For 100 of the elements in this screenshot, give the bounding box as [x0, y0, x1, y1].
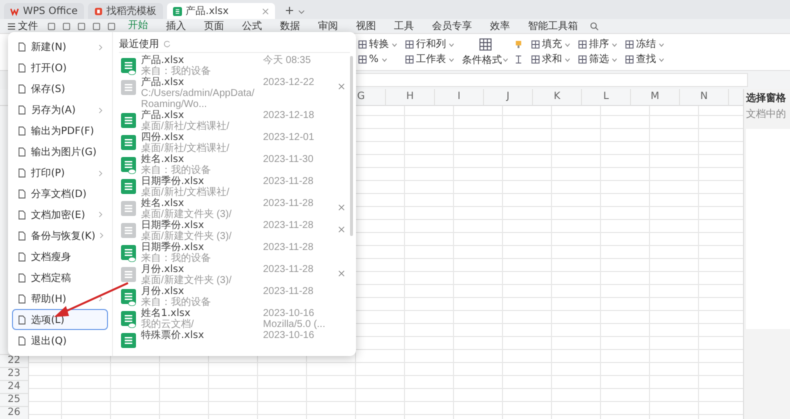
plus-icon[interactable]	[284, 6, 294, 15]
ribbon-tab[interactable]: 审阅	[312, 20, 344, 32]
menu-item[interactable]: 备份与恢复(K)	[12, 225, 108, 246]
file-location: 来自：我的设备	[141, 165, 212, 176]
menu-item[interactable]: 打开(O)	[12, 58, 108, 79]
file-name: 四份.xlsx	[141, 132, 186, 143]
close-icon[interactable]	[338, 270, 344, 277]
grid-icon	[405, 40, 414, 49]
document-icon	[17, 294, 27, 304]
column-header[interactable]: H	[385, 89, 434, 105]
column-header[interactable]: J	[483, 89, 532, 105]
file-location: 桌面/新社/文档课社/	[141, 187, 230, 198]
recent-file[interactable]: 月份.xlsx 桌面/新建文件夹 (3)/ 2023-11-28	[119, 264, 350, 286]
menu-item[interactable]: 输出为PDF(F)	[12, 120, 108, 142]
menu-item[interactable]: 退出(Q)	[12, 330, 108, 352]
document-icon	[17, 84, 27, 94]
caret-icon	[503, 58, 508, 62]
ribbon-button[interactable]: 查找	[625, 54, 664, 66]
ribbon-button[interactable]: 行和列	[405, 38, 454, 50]
ribbon-button[interactable]: 填充	[531, 38, 570, 50]
close-icon[interactable]	[338, 226, 344, 233]
close-icon[interactable]	[262, 8, 269, 14]
recent-file[interactable]: 特殊票价.xlsx 2023-10-16	[119, 330, 350, 352]
file-date: 2023-11-28	[263, 242, 314, 253]
menu-item[interactable]: 选项(L)	[12, 309, 108, 330]
document-tab[interactable]: 产品.xlsx	[166, 3, 275, 19]
ribbon-button[interactable]: 冻结	[625, 38, 664, 50]
scrollbar[interactable]	[350, 56, 353, 236]
menu-icon	[7, 22, 16, 30]
recent-file[interactable]: 姓名.xlsx 桌面/新建文件夹 (3)/ 2023-11-28	[119, 198, 350, 220]
column-icon[interactable]	[514, 55, 523, 64]
file-name: 月份.xlsx	[141, 264, 184, 275]
ribbon-tab[interactable]: 效率	[484, 20, 516, 32]
recent-file[interactable]: 日期季份.xlsx 桌面/新建文件夹 (3)/ 2023-11-28	[119, 220, 350, 242]
ribbon-tab[interactable]: 工具	[388, 20, 420, 32]
menu-item[interactable]: 打印(P)	[12, 162, 108, 184]
file-name: 产品.xlsx	[141, 55, 186, 66]
column-header[interactable]: I	[434, 89, 483, 105]
grid-icon	[405, 55, 414, 64]
ribbon-button[interactable]: %	[358, 54, 397, 66]
recent-file[interactable]: 产品.xlsx 桌面/新社/文档课社/ 2023-12-18	[119, 110, 350, 132]
ribbon-tab[interactable]: 视图	[350, 20, 382, 32]
search-icon[interactable]	[590, 22, 599, 30]
file-date: 2023-10-16	[263, 330, 316, 341]
recent-file[interactable]: 产品.xlsx 来自：我的设备 今天 08:35	[119, 55, 350, 77]
ribbon-button[interactable]: 转换	[358, 38, 397, 50]
file-date: 2023-11-28	[263, 198, 314, 209]
menu-item[interactable]: 保存(S)	[12, 78, 108, 100]
ribbon-tab[interactable]: 插入	[160, 20, 192, 32]
row-header[interactable]: 23	[0, 367, 28, 380]
refresh-icon[interactable]	[163, 40, 171, 48]
document-icon	[17, 252, 27, 262]
close-icon[interactable]	[338, 83, 344, 90]
grid-icon	[625, 55, 634, 64]
ribbon-button[interactable]: 工作表	[405, 54, 454, 66]
recent-file[interactable]: 四份.xlsx 桌面/新社/文档课社/ 2023-12-01	[119, 132, 350, 154]
spreadsheet-icon	[172, 6, 182, 16]
ribbon-button[interactable]: 求和	[531, 54, 570, 66]
ribbon-tab[interactable]: 智能工具箱	[522, 20, 584, 32]
menu-item[interactable]: 输出为图片(G)	[12, 142, 108, 163]
recent-file[interactable]: 姓名.xlsx 来自：我的设备 2023-11-30	[119, 154, 350, 176]
row-header[interactable]: 24	[0, 380, 28, 393]
ribbon-tab[interactable]: 会员专享	[426, 20, 478, 32]
column-header[interactable]: N	[679, 89, 728, 105]
file-note: Mozilla/5.0 (...	[263, 319, 326, 330]
caret-icon	[659, 42, 664, 46]
ribbon-button[interactable]: 排序	[578, 38, 617, 50]
menu-item[interactable]: 帮助(H)	[12, 288, 108, 310]
caret-icon	[659, 58, 664, 62]
column-header[interactable]: K	[532, 89, 581, 105]
caret-icon	[392, 42, 397, 46]
menu-item[interactable]: 分享文档(D)	[12, 184, 108, 204]
column-header[interactable]: M	[630, 89, 679, 105]
close-icon[interactable]	[338, 204, 344, 211]
document-tab[interactable]: WPS Office	[4, 3, 84, 19]
recent-file[interactable]: 姓名1.xlsx 我的云文档/ 2023-10-16 Mozilla/5.0 (...	[119, 308, 350, 330]
menu-item[interactable]: 新建(N)	[12, 37, 108, 58]
menu-item[interactable]: 文档加密(E)	[12, 204, 108, 226]
ribbon-tab[interactable]: 数据	[274, 20, 306, 32]
caret-icon	[612, 42, 617, 46]
ribbon-tab[interactable]: 公式	[236, 20, 268, 32]
menu-item[interactable]: 另存为(A)	[12, 100, 108, 121]
paint-icon[interactable]	[514, 40, 523, 49]
recent-file[interactable]: 日期季份.xlsx 来自：我的设备 2023-11-28	[119, 242, 350, 264]
row-header[interactable]: 26	[0, 406, 28, 419]
file-date: 今天 08:35	[263, 55, 312, 66]
ribbon-tab[interactable]: 页面	[198, 20, 230, 32]
document-tab[interactable]: 找稻壳模板	[88, 3, 163, 19]
menu-item[interactable]: 文档瘦身	[12, 246, 108, 268]
table-icon	[478, 38, 492, 50]
ribbon-button[interactable]: 筛选	[578, 54, 617, 66]
row-header[interactable]: 25	[0, 393, 28, 406]
menu-item[interactable]: 文档定稿	[12, 267, 108, 288]
caret-icon[interactable]	[298, 8, 305, 15]
recent-file[interactable]: 日期季份.xlsx 桌面/新社/文档课社/ 2023-11-28	[119, 176, 350, 198]
file-menu-button[interactable]: 文件	[4, 19, 41, 33]
ribbon-button[interactable]: 条件格式	[462, 38, 508, 66]
file-name: 姓名1.xlsx	[141, 308, 190, 319]
column-header[interactable]: L	[581, 89, 630, 105]
recent-file[interactable]: 月份.xlsx 来自：我的设备 2023-11-28	[119, 286, 350, 308]
